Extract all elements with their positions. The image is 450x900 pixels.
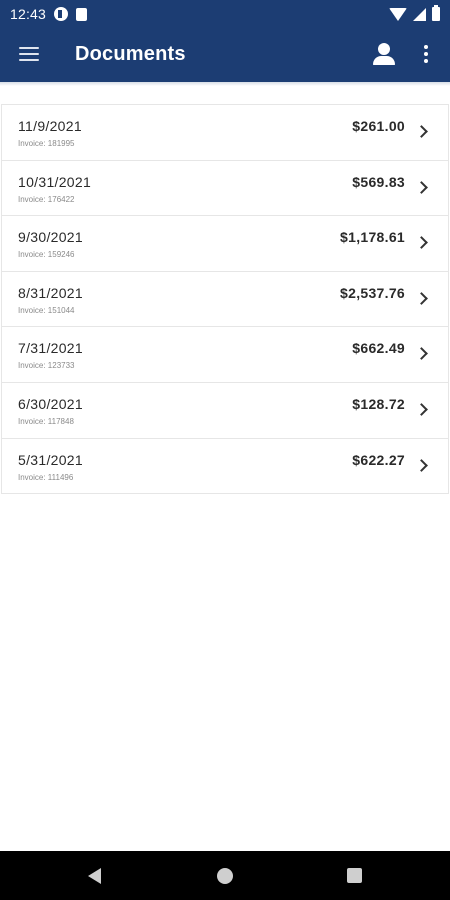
status-right bbox=[389, 5, 440, 21]
document-list: 11/9/2021 Invoice: 181995 $261.00 10/31/… bbox=[1, 104, 449, 495]
document-date: 5/31/2021 bbox=[18, 451, 83, 468]
profile-icon[interactable] bbox=[372, 42, 396, 66]
document-invoice: Invoice: 111496 bbox=[18, 472, 74, 482]
document-row[interactable]: 7/31/2021 Invoice: 123733 $662.49 bbox=[2, 327, 448, 383]
document-invoice: Invoice: 117848 bbox=[18, 416, 74, 426]
chevron-right-icon[interactable] bbox=[415, 291, 428, 305]
document-amount: $128.72 bbox=[352, 395, 405, 412]
status-time: 12:43 bbox=[10, 6, 47, 22]
document-invoice: Invoice: 176422 bbox=[18, 194, 75, 204]
document-invoice: Invoice: 181995 bbox=[18, 139, 75, 148]
chevron-right-icon[interactable] bbox=[415, 403, 428, 416]
app-bar-shadow bbox=[0, 82, 450, 86]
document-row[interactable]: 10/31/2021 Invoice: 176422 $569.83 bbox=[2, 160, 448, 217]
cell-signal-icon bbox=[413, 7, 426, 21]
document-row[interactable]: 6/30/2021 Invoice: 117848 $128.72 bbox=[2, 382, 448, 439]
document-amount: $569.83 bbox=[352, 173, 405, 190]
document-amount: $1,178.61 bbox=[340, 229, 405, 246]
chevron-right-icon[interactable] bbox=[415, 125, 428, 138]
back-icon[interactable] bbox=[88, 868, 101, 884]
notification-app-icon bbox=[54, 7, 69, 21]
document-amount: $2,537.76 bbox=[340, 284, 405, 301]
system-nav-bar bbox=[0, 851, 450, 900]
document-amount: $261.00 bbox=[352, 118, 405, 134]
chevron-right-icon[interactable] bbox=[415, 180, 428, 194]
document-row[interactable]: 11/9/2021 Invoice: 181995 $261.00 bbox=[2, 105, 448, 161]
chevron-right-icon[interactable] bbox=[415, 458, 428, 472]
document-invoice: Invoice: 151044 bbox=[18, 305, 75, 315]
menu-icon[interactable] bbox=[19, 47, 39, 61]
document-date: 8/31/2021 bbox=[18, 284, 83, 301]
document-date: 9/30/2021 bbox=[18, 229, 83, 246]
document-row[interactable]: 9/30/2021 Invoice: 159246 $1,178.61 bbox=[2, 216, 448, 272]
document-row[interactable]: 8/31/2021 Invoice: 151044 $2,537.76 bbox=[2, 271, 448, 328]
document-invoice: Invoice: 123733 bbox=[18, 361, 75, 371]
chevron-right-icon[interactable] bbox=[415, 347, 428, 361]
document-amount: $622.27 bbox=[352, 451, 405, 468]
document-date: 10/31/2021 bbox=[18, 173, 92, 190]
page-title: Documents bbox=[75, 43, 186, 65]
document-date: 11/9/2021 bbox=[18, 118, 82, 134]
home-icon[interactable] bbox=[217, 868, 233, 884]
document-date: 6/30/2021 bbox=[18, 395, 83, 412]
document-amount: $662.49 bbox=[352, 340, 405, 357]
wifi-icon bbox=[389, 7, 407, 21]
chevron-right-icon[interactable] bbox=[415, 236, 428, 250]
status-bar: 12:43 bbox=[0, 0, 450, 28]
app-bar: Documents bbox=[0, 28, 450, 82]
more-vert-icon[interactable] bbox=[424, 45, 430, 65]
status-left: 12:43 bbox=[10, 6, 88, 22]
battery-icon bbox=[432, 5, 440, 21]
document-row[interactable]: 5/31/2021 Invoice: 111496 $622.27 bbox=[2, 438, 448, 495]
document-date: 7/31/2021 bbox=[18, 340, 83, 357]
recents-icon[interactable] bbox=[347, 868, 362, 883]
sd-card-icon bbox=[76, 7, 88, 21]
document-invoice: Invoice: 159246 bbox=[18, 250, 75, 260]
